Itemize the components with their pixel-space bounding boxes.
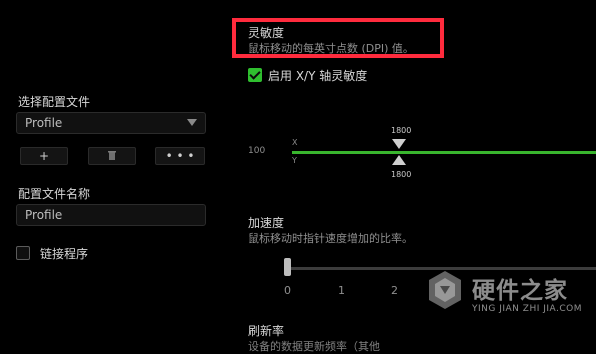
sensitivity-slider-track[interactable] (292, 151, 596, 154)
trash-icon (108, 151, 116, 160)
enable-xy-label: 启用 X/Y 轴灵敏度 (268, 69, 368, 83)
more-options-button[interactable]: • • • (155, 147, 205, 165)
sensitivity-min-label: 100 (248, 146, 266, 156)
acceleration-tick-1: 1 (338, 284, 345, 297)
acceleration-slider-handle[interactable] (284, 258, 291, 276)
chevron-down-icon (187, 119, 197, 126)
watermark-logo-icon (429, 271, 461, 309)
select-profile-label: 选择配置文件 (18, 95, 91, 109)
sensitivity-y-value: 1800 (391, 170, 412, 179)
delete-profile-button[interactable] (88, 147, 136, 165)
watermark-pinyin: YING JIAN ZHI JIA.COM (472, 304, 583, 314)
polling-description-partial: 设备的数据更新频率（其他 (248, 340, 380, 353)
enable-xy-checkbox[interactable] (248, 68, 262, 82)
add-profile-button-label: + (38, 149, 50, 163)
link-program-label: 链接程序 (40, 247, 89, 261)
watermark-chinese: 硬件之家 (472, 278, 568, 304)
acceleration-tick-0: 0 (284, 284, 291, 297)
profile-name-input[interactable]: Profile (16, 204, 206, 226)
profile-name-value: Profile (25, 208, 63, 222)
profile-select-value: Profile (25, 116, 63, 130)
axis-x-label: X (292, 138, 298, 147)
acceleration-description: 鼠标移动时指针速度增加的比率。 (248, 232, 413, 245)
acceleration-title: 加速度 (248, 216, 285, 230)
sensitivity-title: 灵敏度 (248, 26, 285, 40)
sensitivity-x-value: 1800 (391, 126, 412, 135)
profile-select[interactable]: Profile (16, 112, 206, 134)
sensitivity-y-handle[interactable] (392, 155, 406, 165)
sensitivity-x-handle[interactable] (392, 139, 406, 149)
axis-y-label: Y (292, 156, 297, 165)
acceleration-tick-2: 2 (391, 284, 398, 297)
sensitivity-description: 鼠标移动的每英寸点数 (DPI) 值。 (248, 42, 414, 55)
checkmark-icon (249, 68, 261, 80)
ellipsis-icon: • • • (165, 149, 195, 163)
polling-title: 刷新率 (248, 324, 285, 338)
profile-name-label: 配置文件名称 (18, 187, 91, 201)
link-program-checkbox[interactable] (16, 246, 30, 260)
add-profile-button[interactable]: + (20, 147, 68, 165)
